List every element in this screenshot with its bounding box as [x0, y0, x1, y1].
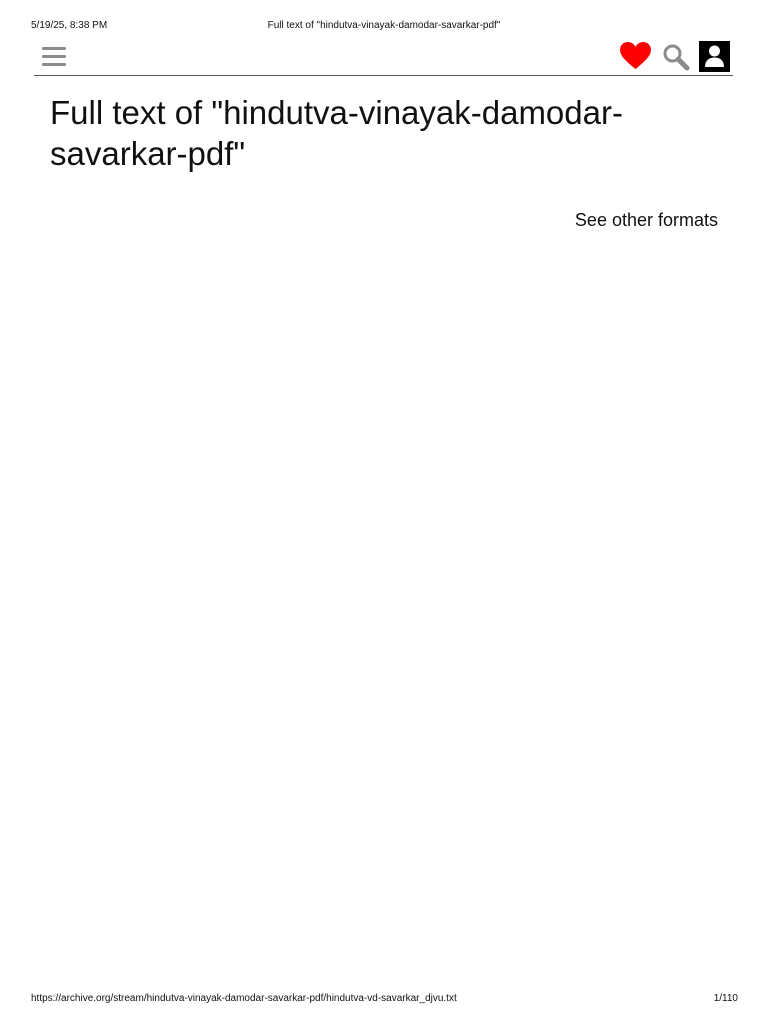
print-page-url: https://archive.org/stream/hindutva-vina… [31, 993, 457, 1004]
print-footer: https://archive.org/stream/hindutva-vina… [0, 992, 768, 1006]
top-navigation-bar [34, 40, 733, 76]
print-page-counter: 1/110 [713, 993, 738, 1004]
hamburger-menu-icon[interactable] [42, 47, 66, 67]
user-silhouette-icon [705, 45, 724, 67]
heart-icon[interactable] [620, 42, 651, 70]
print-header: 5/19/25, 8:38 PM Full text of "hindutva-… [0, 19, 768, 33]
page-title: Full text of "hindutva-vinayak-damodar-s… [50, 94, 623, 172]
see-other-formats-link[interactable]: See other formats [575, 209, 718, 231]
search-icon[interactable] [662, 43, 690, 71]
print-document-title: Full text of "hindutva-vinayak-damodar-s… [267, 20, 501, 31]
user-account-icon[interactable] [699, 41, 730, 72]
